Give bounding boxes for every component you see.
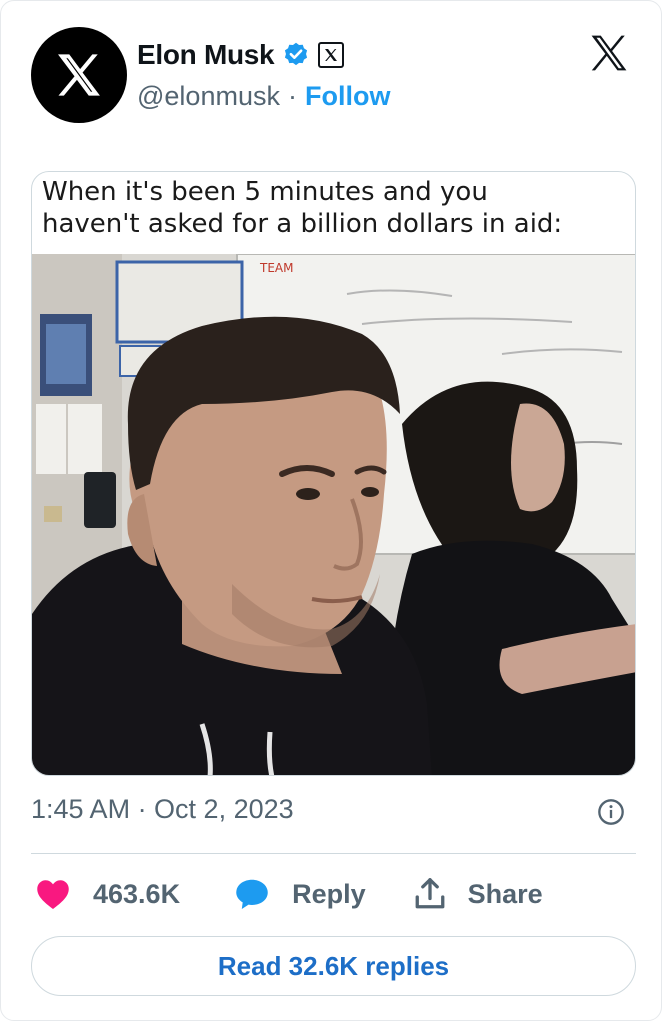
tweet-media[interactable]: When it's been 5 minutes and you haven't…: [31, 171, 636, 776]
heart-icon: [37, 880, 69, 909]
x-logo-icon: [58, 54, 100, 96]
x-mini-logo-icon: [325, 49, 338, 61]
author-handle[interactable]: @elonmusk: [137, 81, 280, 112]
meme-caption-line: When it's been 5 minutes and you: [42, 177, 488, 207]
author-handle-row: @elonmusk · Follow: [137, 79, 390, 113]
tweet-actions: 463.6K Reply Share: [35, 871, 543, 917]
share-label: Share: [467, 878, 543, 909]
meme-caption: When it's been 5 minutes and you haven't…: [42, 176, 627, 240]
share-icon: [415, 878, 445, 909]
divider: [31, 853, 636, 854]
verified-badge-icon: [285, 42, 308, 66]
tweet-timestamp[interactable]: 1:45 AM · Oct 2, 2023: [31, 794, 294, 825]
author-name[interactable]: Elon Musk: [137, 39, 275, 71]
svg-text:TEAM: TEAM: [259, 261, 293, 275]
separator-dot: ·: [287, 80, 297, 111]
meme-photo: TEAM: [32, 254, 635, 775]
x-logo-icon[interactable]: [587, 31, 631, 75]
meme-caption-line: haven't asked for a billion dollars in a…: [42, 209, 563, 239]
tweet-card: Elon Musk @elonmusk · Follow When it's b…: [0, 0, 662, 1021]
reply-label: Reply: [292, 878, 366, 909]
like-count: 463.6K: [93, 878, 181, 909]
avatar[interactable]: [31, 27, 127, 123]
read-replies-button[interactable]: Read 32.6K replies: [31, 936, 636, 996]
x-affiliation-icon[interactable]: [318, 42, 345, 68]
info-icon[interactable]: [597, 798, 625, 826]
author-name-row: Elon Musk: [137, 37, 345, 73]
reply-bubble-icon: [236, 879, 268, 909]
share-button[interactable]: Share: [412, 876, 543, 912]
reply-button[interactable]: Reply: [234, 877, 412, 911]
follow-button[interactable]: Follow: [305, 81, 390, 112]
like-button[interactable]: 463.6K: [35, 877, 234, 911]
